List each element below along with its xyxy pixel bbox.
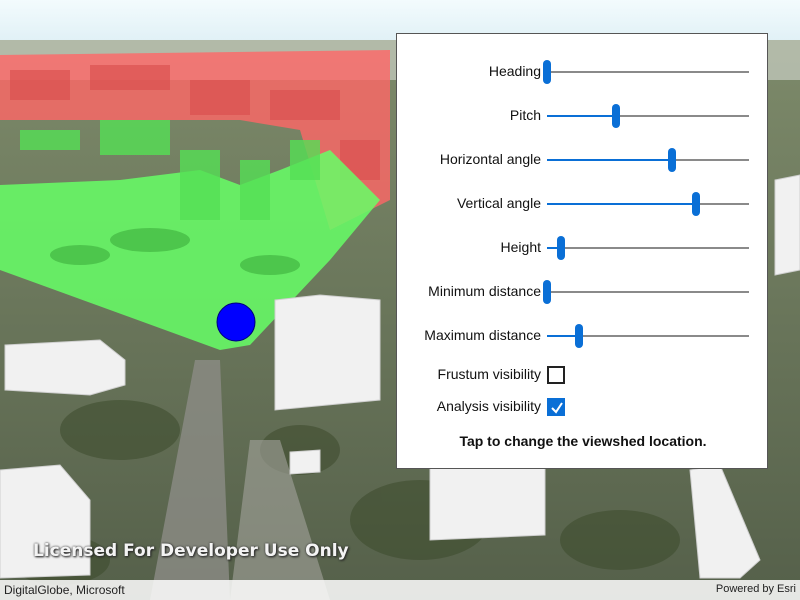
frustum-visibility-row: Frustum visibility	[397, 366, 769, 390]
maximum-distance-slider-thumb[interactable]	[575, 324, 584, 348]
instruction-text: Tap to change the viewshed location.	[459, 433, 707, 449]
vertical-angle-slider-row: Vertical angle	[397, 192, 769, 216]
minimum-distance-slider-thumb[interactable]	[543, 280, 551, 304]
frustum-visibility-checkbox[interactable]	[547, 366, 565, 384]
attribution-text: DigitalGlobe, Microsoft	[4, 583, 125, 597]
horizontal-angle-slider-row: Horizontal angle	[397, 148, 769, 172]
pitch-slider-thumb[interactable]	[611, 104, 620, 128]
analysis-visibility-row: Analysis visibility	[397, 398, 769, 422]
minimum-distance-slider-row: Minimum distance	[397, 280, 769, 304]
vertical-angle-slider-fill	[547, 203, 697, 205]
heading-slider[interactable]	[543, 60, 749, 84]
pitch-slider[interactable]	[547, 104, 749, 128]
powered-by-text[interactable]: Powered by Esri	[716, 583, 796, 595]
minimum-distance-label: Minimum distance	[428, 283, 541, 299]
height-slider-row: Height	[397, 236, 769, 260]
checkmark-icon	[551, 402, 563, 414]
pitch-slider-fill	[547, 115, 616, 117]
maximum-distance-slider-row: Maximum distance	[397, 324, 769, 348]
heading-label: Heading	[488, 63, 541, 79]
viewshed-settings-panel: Heading Pitch Horizontal angle Vertical …	[396, 33, 768, 469]
pitch-label: Pitch	[509, 107, 541, 123]
frustum-visibility-label: Frustum visibility	[437, 366, 541, 382]
analysis-visibility-label: Analysis visibility	[436, 398, 541, 414]
attribution-bar: DigitalGlobe, Microsoft Powered by Esri	[0, 580, 800, 600]
height-label: Height	[500, 239, 541, 255]
minimum-distance-slider[interactable]	[543, 280, 749, 304]
horizontal-angle-slider[interactable]	[547, 148, 749, 172]
maximum-distance-label: Maximum distance	[424, 327, 541, 343]
height-slider[interactable]	[547, 236, 749, 260]
vertical-angle-label: Vertical angle	[456, 195, 541, 211]
heading-slider-row: Heading	[397, 60, 769, 84]
observer-point[interactable]	[216, 302, 256, 342]
pitch-slider-row: Pitch	[397, 104, 769, 128]
maximum-distance-slider[interactable]	[547, 324, 749, 348]
horizontal-angle-label: Horizontal angle	[439, 151, 541, 167]
license-watermark: Licensed For Developer Use Only	[33, 541, 349, 561]
heading-slider-thumb[interactable]	[543, 60, 551, 84]
horizontal-angle-slider-thumb[interactable]	[667, 148, 676, 172]
analysis-visibility-checkbox[interactable]	[547, 398, 565, 416]
vertical-angle-slider[interactable]	[547, 192, 749, 216]
height-slider-thumb[interactable]	[557, 236, 566, 260]
vertical-angle-slider-thumb[interactable]	[692, 192, 701, 216]
horizontal-angle-slider-fill	[547, 159, 672, 161]
